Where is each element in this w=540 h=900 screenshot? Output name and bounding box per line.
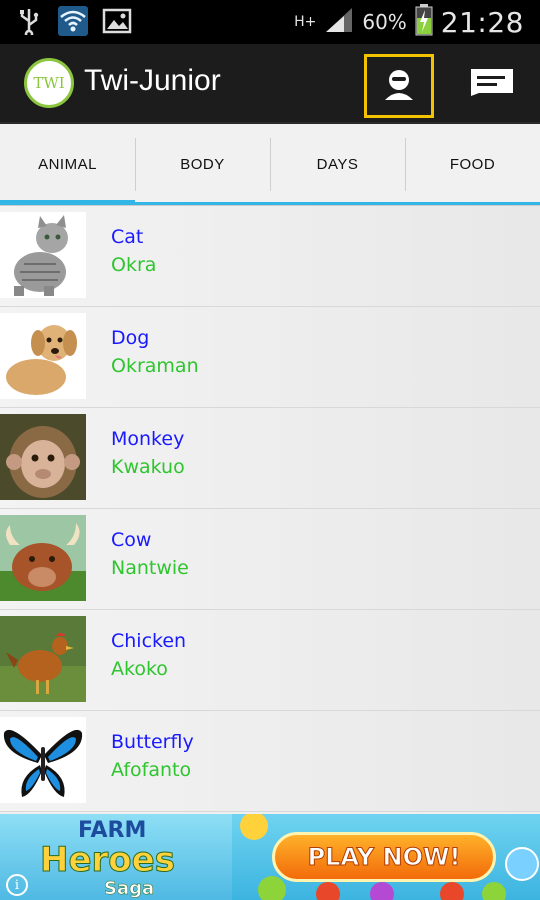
twi-word: Akoko [111, 658, 168, 680]
tab-indicator [135, 202, 270, 205]
battery-percent: 60% [362, 10, 407, 34]
tab-label: FOOD [449, 156, 496, 173]
app-title: Twi-Junior [84, 64, 221, 97]
usb-icon [14, 6, 44, 36]
ad-brand-line2: Heroes [40, 840, 176, 881]
clock: 21:28 [440, 5, 524, 39]
english-word: Chicken [111, 630, 187, 652]
list-item[interactable]: Chicken Akoko [0, 610, 540, 711]
english-word: Dog [111, 327, 150, 349]
list-item[interactable]: Butterfly Afofanto [0, 711, 540, 812]
tab-animal[interactable]: ANIMAL [0, 124, 135, 205]
chicken-image [0, 616, 86, 702]
list-item[interactable]: Dog Okraman [0, 307, 540, 408]
list-item[interactable]: Cow Nantwie [0, 509, 540, 610]
category-tabs: ANIMAL BODY DAYS FOOD [0, 124, 540, 206]
english-word: Monkey [111, 428, 185, 450]
tab-food[interactable]: FOOD [405, 124, 540, 205]
tab-label: BODY [180, 156, 225, 173]
tab-body[interactable]: BODY [135, 124, 270, 205]
english-word: Cow [111, 529, 152, 551]
tab-indicator [270, 202, 405, 205]
ad-brand-area: FARM Heroes Saga [0, 814, 232, 900]
chat-icon [469, 67, 515, 101]
action-bar: TWI Twi-Junior [0, 44, 540, 124]
profile-button[interactable] [364, 54, 434, 118]
status-bar: H+ 60% 21:28 [0, 0, 540, 44]
logo-text: TWI [33, 74, 65, 92]
dog-image [0, 313, 86, 399]
list-item[interactable]: Cat Okra [0, 206, 540, 307]
battery-icon [415, 4, 433, 40]
tab-label: ANIMAL [38, 156, 97, 173]
tab-label: DAYS [316, 156, 359, 173]
image-icon [102, 6, 132, 36]
info-icon[interactable]: i [6, 874, 28, 896]
wifi-icon [58, 6, 88, 36]
ad-brand-line3: Saga [104, 878, 155, 900]
twi-word: Kwakuo [111, 456, 185, 478]
vocabulary-list: Cat Okra Dog Okraman Monkey Kwakuo Cow N… [0, 206, 540, 814]
butterfly-image [0, 717, 86, 803]
chat-button[interactable] [466, 62, 518, 106]
cow-image [0, 515, 86, 601]
monkey-image [0, 414, 86, 500]
list-item[interactable]: Monkey Kwakuo [0, 408, 540, 509]
profile-icon [381, 66, 417, 106]
cat-image [0, 212, 86, 298]
signal-icon [324, 6, 354, 38]
network-type: H+ [294, 14, 317, 30]
twi-word: Nantwie [111, 557, 189, 579]
twi-word: Okra [111, 254, 157, 276]
tab-days[interactable]: DAYS [270, 124, 405, 205]
english-word: Butterfly [111, 731, 194, 753]
ad-banner[interactable]: FARM Heroes Saga PLAY NOW! i [0, 814, 540, 900]
english-word: Cat [111, 226, 144, 248]
twi-word: Afofanto [111, 759, 192, 781]
app-logo[interactable]: TWI [24, 58, 74, 108]
tab-indicator [405, 202, 540, 205]
tab-indicator [0, 200, 135, 205]
play-now-button[interactable]: PLAY NOW! [272, 832, 496, 882]
twi-word: Okraman [111, 355, 199, 377]
